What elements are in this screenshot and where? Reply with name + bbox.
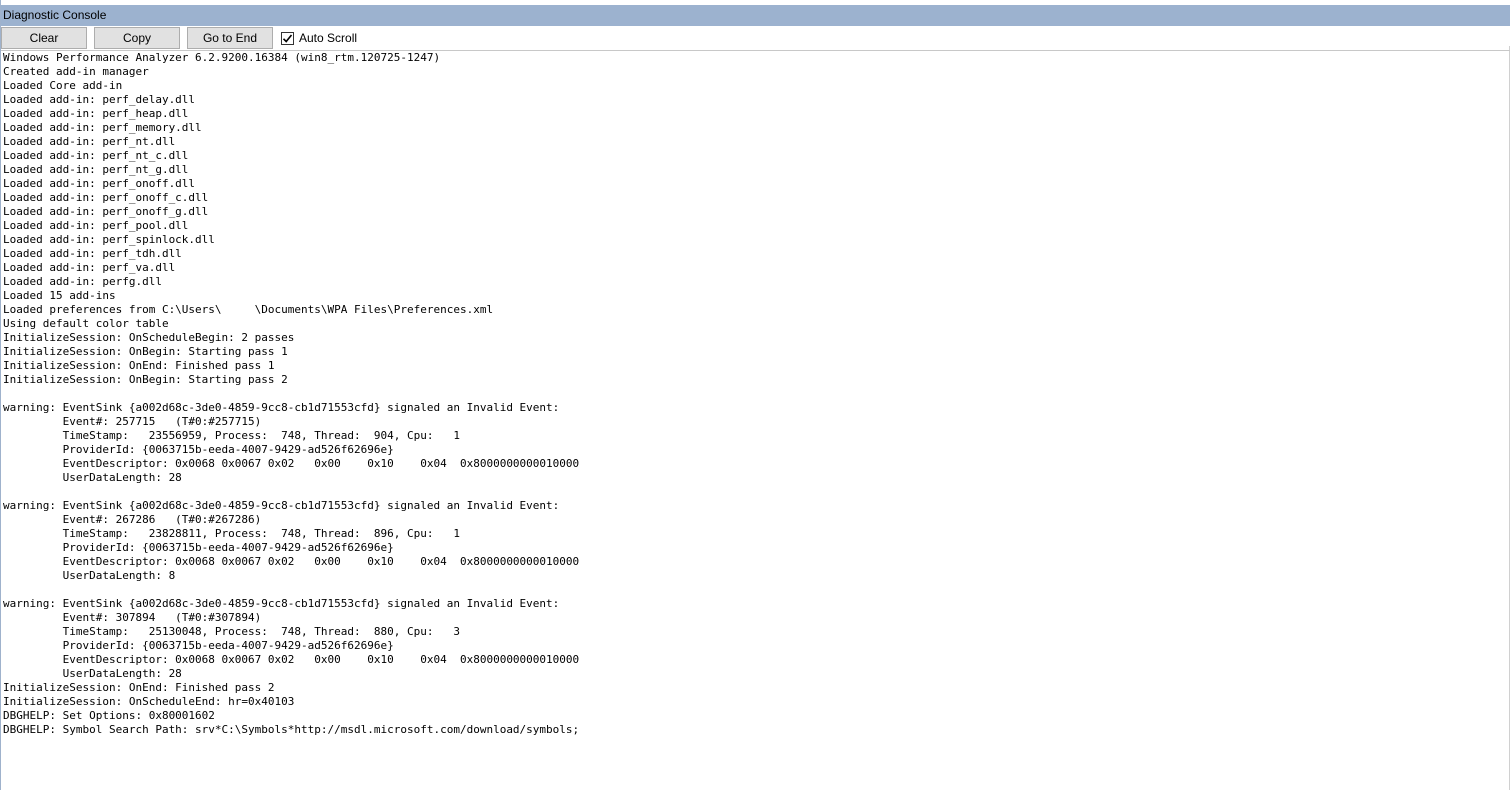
log-line: EventDescriptor: 0x0068 0x0067 0x02 0x00… bbox=[3, 555, 580, 568]
log-line: EventDescriptor: 0x0068 0x0067 0x02 0x00… bbox=[3, 653, 580, 666]
log-line: Event#: 267286 (T#0:#267286) bbox=[3, 513, 262, 526]
log-line: warning: EventSink {a002d68c-3de0-4859-9… bbox=[3, 597, 560, 610]
log-line: InitializeSession: OnBegin: Starting pas… bbox=[3, 373, 288, 386]
log-line: Loaded add-in: perf_memory.dll bbox=[3, 121, 202, 134]
log-line: Using default color table bbox=[3, 317, 169, 330]
log-line: UserDataLength: 28 bbox=[3, 667, 182, 680]
log-line: UserDataLength: 8 bbox=[3, 569, 176, 582]
log-line: InitializeSession: OnBegin: Starting pas… bbox=[3, 345, 288, 358]
log-line: InitializeSession: OnEnd: Finished pass … bbox=[3, 681, 275, 694]
log-line: Event#: 257715 (T#0:#257715) bbox=[3, 415, 262, 428]
log-line: DBGHELP: Set Options: 0x80001602 bbox=[3, 709, 215, 722]
log-line: Loaded add-in: perf_pool.dll bbox=[3, 219, 189, 232]
clear-button[interactable]: Clear bbox=[1, 27, 87, 49]
log-line: TimeStamp: 25130048, Process: 748, Threa… bbox=[3, 625, 460, 638]
log-line: warning: EventSink {a002d68c-3de0-4859-9… bbox=[3, 499, 560, 512]
log-line: Loaded 15 add-ins bbox=[3, 289, 116, 302]
log-line: Loaded preferences from C:\Users\ \Docum… bbox=[3, 303, 494, 316]
log-line: Loaded Core add-in bbox=[3, 79, 123, 92]
log-text: Windows Performance Analyzer 6.2.9200.16… bbox=[1, 51, 1510, 737]
auto-scroll-checkbox[interactable] bbox=[281, 31, 294, 45]
log-line: InitializeSession: OnEnd: Finished pass … bbox=[3, 359, 275, 372]
log-line: ProviderId: {0063715b-eeda-4007-9429-ad5… bbox=[3, 639, 394, 652]
log-line: Loaded add-in: perf_va.dll bbox=[3, 261, 176, 274]
auto-scroll-toggle[interactable]: Auto Scroll bbox=[281, 30, 357, 46]
log-line: warning: EventSink {a002d68c-3de0-4859-9… bbox=[3, 401, 560, 414]
toolbar: Clear Copy Go to End Auto Scroll bbox=[1, 26, 1510, 50]
window-title: Diagnostic Console bbox=[1, 5, 1510, 26]
log-line: UserDataLength: 28 bbox=[3, 471, 182, 484]
log-line: TimeStamp: 23556959, Process: 748, Threa… bbox=[3, 429, 460, 442]
log-line: InitializeSession: OnScheduleEnd: hr=0x4… bbox=[3, 695, 295, 708]
diagnostic-console-window: Diagnostic Console Clear Copy Go to End … bbox=[0, 0, 1510, 790]
log-line: TimeStamp: 23828811, Process: 748, Threa… bbox=[3, 527, 460, 540]
log-line: Loaded add-in: perf_spinlock.dll bbox=[3, 233, 215, 246]
log-line: Loaded add-in: perf_tdh.dll bbox=[3, 247, 182, 260]
log-output-panel[interactable]: Windows Performance Analyzer 6.2.9200.16… bbox=[1, 50, 1510, 790]
auto-scroll-label: Auto Scroll bbox=[299, 31, 358, 45]
go-to-end-button[interactable]: Go to End bbox=[187, 27, 273, 49]
log-line: Loaded add-in: perfg.dll bbox=[3, 275, 162, 288]
log-line: Created add-in manager bbox=[3, 65, 149, 78]
log-line: Loaded add-in: perf_delay.dll bbox=[3, 93, 196, 106]
log-line: DBGHELP: Symbol Search Path: srv*C:\Symb… bbox=[3, 723, 580, 736]
checkmark-icon bbox=[282, 33, 293, 43]
log-line: Loaded add-in: perf_heap.dll bbox=[3, 107, 189, 120]
log-line: Event#: 307894 (T#0:#307894) bbox=[3, 611, 262, 624]
log-line: ProviderId: {0063715b-eeda-4007-9429-ad5… bbox=[3, 443, 394, 456]
log-line: Loaded add-in: perf_onoff_g.dll bbox=[3, 205, 209, 218]
log-line: EventDescriptor: 0x0068 0x0067 0x02 0x00… bbox=[3, 457, 580, 470]
log-line: Loaded add-in: perf_onoff.dll bbox=[3, 177, 196, 190]
log-line: Loaded add-in: perf_nt_c.dll bbox=[3, 149, 189, 162]
log-line: Loaded add-in: perf_nt.dll bbox=[3, 135, 176, 148]
log-line: InitializeSession: OnScheduleBegin: 2 pa… bbox=[3, 331, 295, 344]
log-line: Loaded add-in: perf_nt_g.dll bbox=[3, 163, 189, 176]
log-line: Loaded add-in: perf_onoff_c.dll bbox=[3, 191, 209, 204]
log-line: Windows Performance Analyzer 6.2.9200.16… bbox=[3, 51, 441, 64]
copy-button[interactable]: Copy bbox=[94, 27, 180, 49]
log-line: ProviderId: {0063715b-eeda-4007-9429-ad5… bbox=[3, 541, 394, 554]
